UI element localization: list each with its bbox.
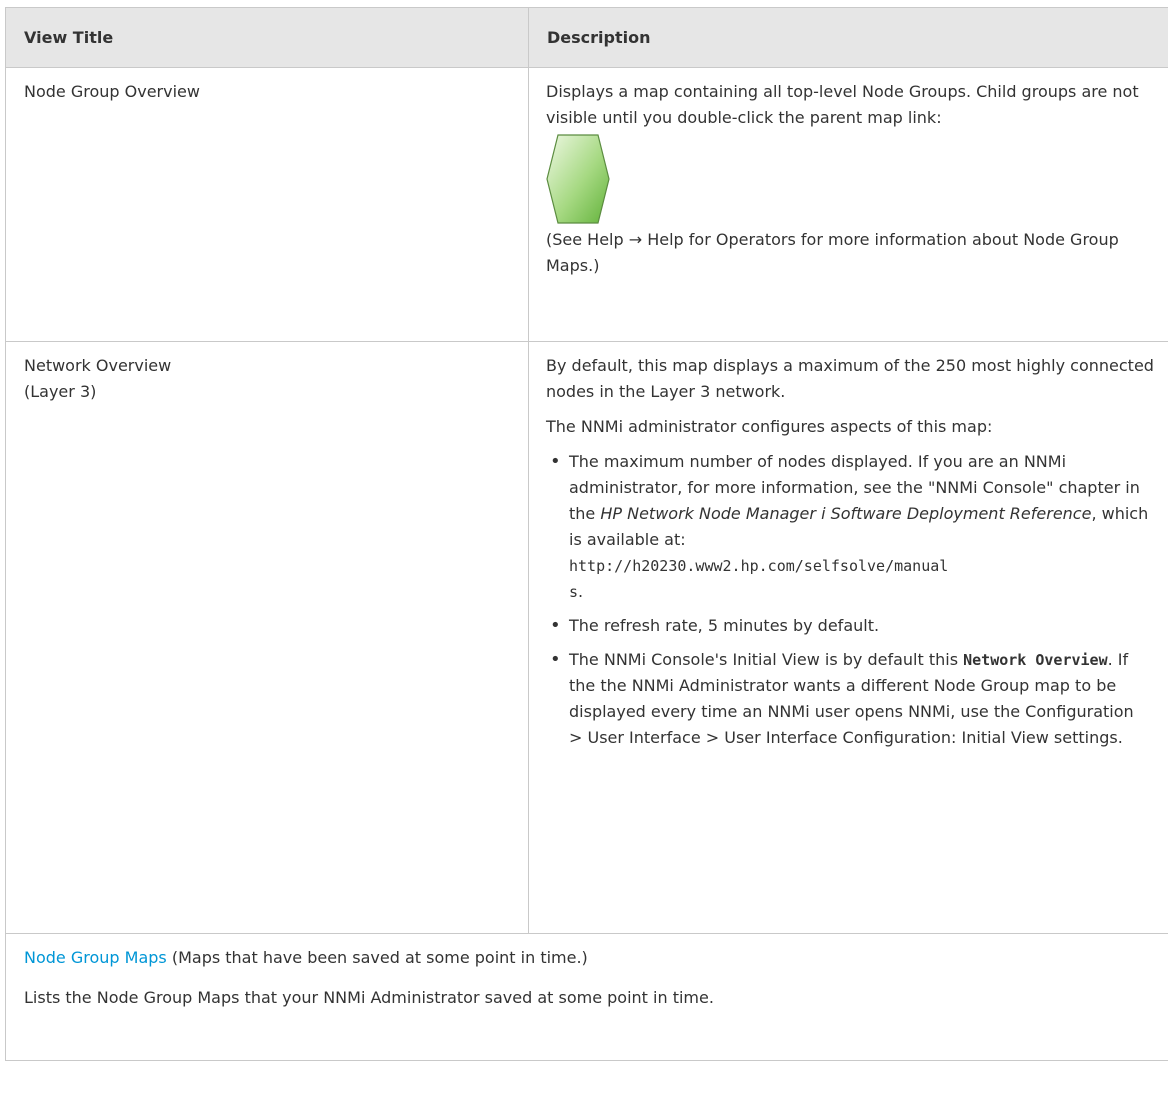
list-item: • The NNMi Console's Initial View is by … bbox=[546, 647, 1168, 751]
table-row: Network Overview (Layer 3) By default, t… bbox=[5, 341, 1168, 934]
view-title-network-overview: Network Overview (Layer 3) bbox=[5, 341, 529, 934]
help-note: (See Help → Help for Operators for more … bbox=[546, 230, 1119, 275]
title-line: (Layer 3) bbox=[24, 382, 97, 401]
bullet-icon: • bbox=[550, 649, 561, 670]
view-title-node-group-overview: Node Group Overview bbox=[5, 67, 529, 342]
title-line: Network Overview bbox=[24, 356, 172, 375]
config-list: • The maximum number of nodes displayed.… bbox=[546, 449, 1168, 751]
node-group-maps-link[interactable]: Node Group Maps bbox=[24, 948, 167, 967]
list-item: • The maximum number of nodes displayed.… bbox=[546, 449, 1168, 605]
description-text: By default, this map displays a maximum … bbox=[546, 356, 1154, 401]
table-row: Node Group Maps (Maps that have been sav… bbox=[5, 933, 1168, 1061]
node-group-maps-cell: Node Group Maps (Maps that have been sav… bbox=[5, 933, 1168, 1061]
description-text: Displays a map containing all top-level … bbox=[546, 82, 1139, 127]
network-overview-term: Network Overview bbox=[963, 651, 1108, 669]
node-group-hexagon-icon bbox=[546, 134, 610, 224]
doc-title: HP Network Node Manager i Software Deplo… bbox=[600, 504, 1092, 523]
list-text: . bbox=[578, 582, 584, 601]
manuals-url: s bbox=[569, 583, 579, 601]
header-description: Description bbox=[528, 7, 1168, 68]
views-table: View Title Description Node Group Overvi… bbox=[5, 7, 1168, 1061]
description-cell: By default, this map displays a maximum … bbox=[528, 341, 1168, 934]
list-text: The refresh rate, 5 minutes by default. bbox=[569, 616, 880, 635]
list-text: The NNMi Console's Initial View is by de… bbox=[569, 650, 964, 669]
header-view-title: View Title bbox=[5, 7, 529, 68]
description-cell: Displays a map containing all top-level … bbox=[528, 67, 1168, 342]
node-group-maps-line: Node Group Maps (Maps that have been sav… bbox=[24, 945, 1168, 971]
table-row: Node Group Overview Displays a map conta… bbox=[5, 67, 1168, 342]
bullet-icon: • bbox=[550, 451, 561, 472]
list-item: • The refresh rate, 5 minutes by default… bbox=[546, 613, 1168, 639]
description-text: The NNMi administrator configures aspect… bbox=[546, 417, 993, 436]
table-header-row: View Title Description bbox=[5, 7, 1168, 68]
manuals-url: http://h20230.www2.hp.com/selfsolve/manu… bbox=[569, 557, 949, 575]
link-suffix: (Maps that have been saved at some point… bbox=[166, 948, 588, 967]
bullet-icon: • bbox=[550, 615, 561, 636]
description-text: Lists the Node Group Maps that your NNMi… bbox=[24, 988, 714, 1007]
